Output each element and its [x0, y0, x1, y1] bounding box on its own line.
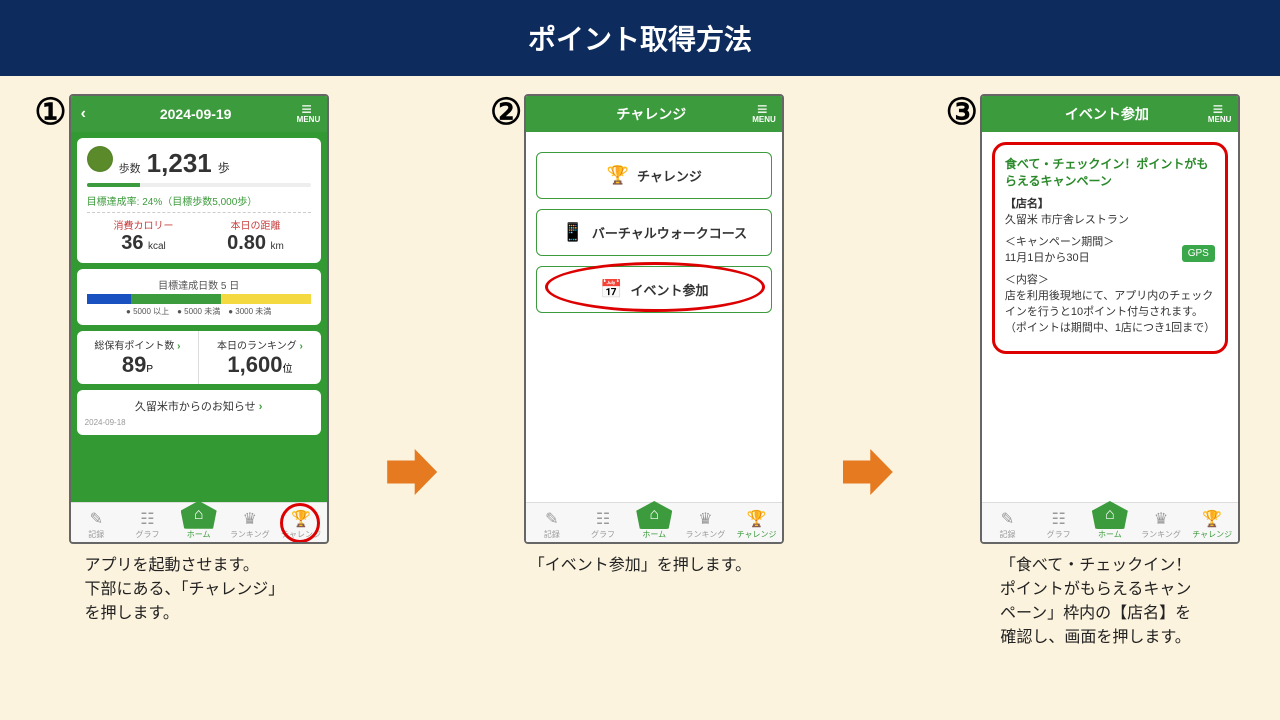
tab-record[interactable]: ✎記録 [984, 509, 1030, 540]
tab-bar: ✎記録 ☷グラフ ⌂ホーム ♛ランキング 🏆チャレンジ [982, 502, 1238, 542]
phone2-body: 🏆チャレンジ 📱バーチャルウォークコース 📅イベント参加 ✎記録 ☷グラフ ⌂ホ… [526, 132, 782, 542]
phone2-header: チャレンジ ≡MENU [526, 96, 782, 132]
ranking-cell[interactable]: 本日のランキング › 1,600位 [199, 331, 321, 384]
phone3-body: 食べて・チェックイン！ポイントがもらえるキャンペーン 【店名】久留米 市庁舎レス… [982, 132, 1238, 542]
tab-graph[interactable]: ☷グラフ [124, 509, 170, 540]
days-legend: ● 5000 以上 ● 5000 未満 ● 3000 未満 [87, 306, 311, 317]
step-3: ③ イベント参加 ≡MENU 食べて・チェックイン！ポイントがもらえるキャンペー… [946, 94, 1246, 650]
caption-1: アプリを起動させます。 下部にある、「チャレンジ」 を押します。 [76, 554, 292, 626]
tab-record[interactable]: ✎記録 [529, 509, 575, 540]
tab-ranking[interactable]: ♛ランキング [227, 509, 273, 540]
distance-metric: 本日の距離 0.80 km [227, 217, 284, 255]
tab-bar: ✎記録 ☷グラフ ⌂ホーム ♛ランキング 🏆チャレンジ [526, 502, 782, 542]
steps-card: 歩数 1,231 歩 目標達成率: 24%（目標歩数5,000歩） 消費カロリー… [77, 138, 321, 263]
event-card[interactable]: 食べて・チェックイン！ポイントがもらえるキャンペーン 【店名】久留米 市庁舎レス… [992, 142, 1228, 354]
calorie-metric: 消費カロリー 36 kcal [113, 217, 173, 255]
points-row: 総保有ポイント数 › 89P 本日のランキング › 1,600位 [77, 331, 321, 384]
phone3-header: イベント参加 ≡MENU [982, 96, 1238, 132]
steps-container: ① ‹ 2024-09-19 ≡MENU 歩数 1,231 歩 [0, 76, 1280, 650]
menu-icon[interactable]: ≡MENU [297, 104, 317, 124]
menu-icon[interactable]: ≡MENU [752, 104, 772, 124]
tab-ranking[interactable]: ♛ランキング [1138, 509, 1184, 540]
step-1: ① ‹ 2024-09-19 ≡MENU 歩数 1,231 歩 [34, 94, 334, 626]
phone1-header: ‹ 2024-09-19 ≡MENU [71, 96, 327, 132]
phone1-body: 歩数 1,231 歩 目標達成率: 24%（目標歩数5,000歩） 消費カロリー… [71, 132, 327, 542]
caption-3: 「食べて・チェックイン！ ポイントがもらえるキャン ペーン」枠内の【店名】を 確… [992, 554, 1200, 650]
event-join-button[interactable]: 📅イベント参加 [536, 266, 772, 313]
mascot-icon [87, 146, 113, 172]
phone-screen-2: チャレンジ ≡MENU 🏆チャレンジ 📱バーチャルウォークコース 📅イベント参加… [524, 94, 784, 544]
arrow-icon [843, 449, 893, 495]
tab-ranking[interactable]: ♛ランキング [682, 509, 728, 540]
days-card: 目標達成日数 5 日 ● 5000 以上 ● 5000 未満 ● 3000 未満 [77, 269, 321, 325]
tab-challenge[interactable]: 🏆チャレンジ [278, 509, 324, 540]
event-title: 食べて・チェックイン！ポイントがもらえるキャンペーン [1005, 155, 1215, 189]
tab-home[interactable]: ⌂ホーム [1087, 507, 1133, 540]
phone1-date: 2024-09-19 [95, 106, 297, 122]
step-number-3: ③ [946, 94, 978, 130]
tab-bar: ✎記録 ☷グラフ ⌂ホーム ♛ランキング 🏆チャレンジ [71, 502, 327, 542]
tab-graph[interactable]: ☷グラフ [580, 509, 626, 540]
steps-value: 1,231 [147, 148, 212, 179]
tab-home[interactable]: ⌂ホーム [176, 507, 222, 540]
tab-graph[interactable]: ☷グラフ [1036, 509, 1082, 540]
notice-card[interactable]: 久留米市からのお知らせ › 2024-09-18 [77, 390, 321, 435]
arrow-icon [387, 449, 437, 495]
steps-unit: 歩 [218, 159, 230, 176]
tab-challenge[interactable]: 🏆チャレンジ [1189, 509, 1235, 540]
steps-label: 歩数 [119, 160, 141, 176]
caption-2: 「イベント参加」を押します。 [521, 554, 759, 578]
back-icon[interactable]: ‹ [81, 105, 95, 123]
step-number-2: ② [490, 94, 522, 130]
virtual-walk-button[interactable]: 📱バーチャルウォークコース [536, 209, 772, 256]
menu-icon[interactable]: ≡MENU [1208, 104, 1228, 124]
tab-challenge[interactable]: 🏆チャレンジ [734, 509, 780, 540]
days-title: 目標達成日数 5 日 [87, 277, 311, 292]
goal-text: 目標達成率: 24%（目標歩数5,000歩） [87, 193, 311, 213]
challenge-button[interactable]: 🏆チャレンジ [536, 152, 772, 199]
page-title: ポイント取得方法 [0, 0, 1280, 76]
tab-home[interactable]: ⌂ホーム [631, 507, 677, 540]
step-2: ② チャレンジ ≡MENU 🏆チャレンジ 📱バーチャルウォークコース 📅イベント… [490, 94, 790, 578]
gps-badge[interactable]: GPS [1182, 245, 1215, 262]
tab-record[interactable]: ✎記録 [73, 509, 119, 540]
phone2-title: チャレンジ [550, 104, 752, 124]
points-cell[interactable]: 総保有ポイント数 › 89P [77, 331, 200, 384]
phone3-title: イベント参加 [1006, 104, 1208, 124]
phone-screen-3: イベント参加 ≡MENU 食べて・チェックイン！ポイントがもらえるキャンペーン … [980, 94, 1240, 544]
progress-bar [87, 183, 311, 187]
step-number-1: ① [34, 94, 66, 130]
phone-screen-1: ‹ 2024-09-19 ≡MENU 歩数 1,231 歩 目標達成率: 24%… [69, 94, 329, 544]
